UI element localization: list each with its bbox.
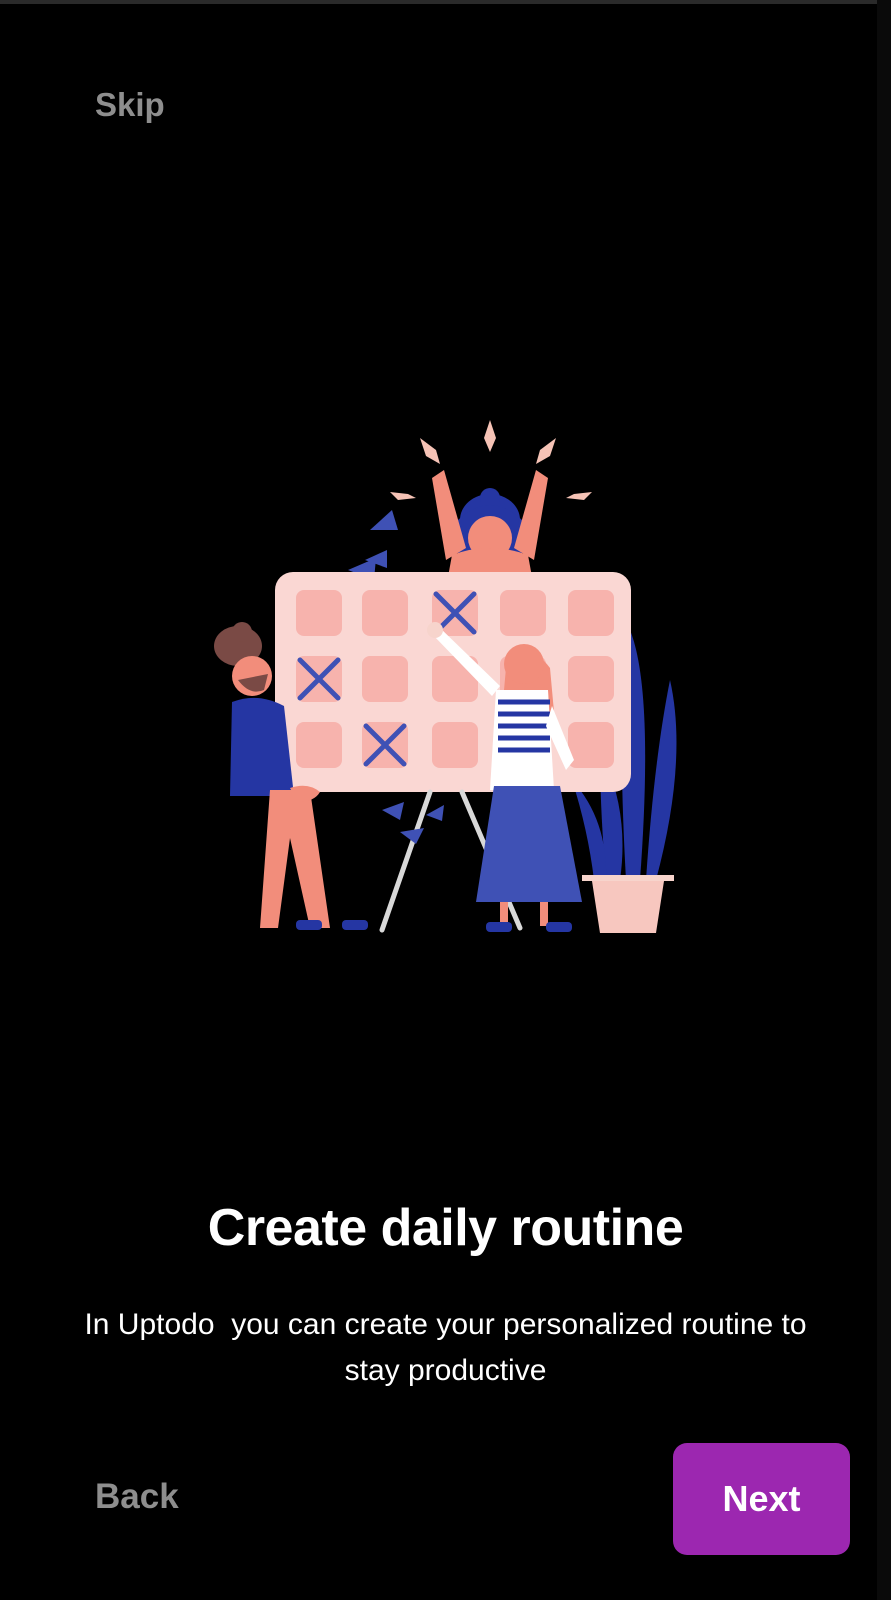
back-button[interactable]: Back — [95, 1477, 179, 1517]
onboarding-title: Create daily routine — [207, 1199, 684, 1257]
skip-button[interactable]: Skip — [95, 86, 165, 124]
next-button[interactable]: Next — [673, 1443, 850, 1555]
top-edge — [0, 0, 891, 4]
onboarding-screen: Skip Create daily routine In Uptodo you … — [0, 0, 891, 1600]
planning-board-illustration — [214, 420, 677, 933]
right-edge — [877, 0, 891, 1600]
onboarding-description: In Uptodo you can create your personaliz… — [84, 1308, 807, 1387]
